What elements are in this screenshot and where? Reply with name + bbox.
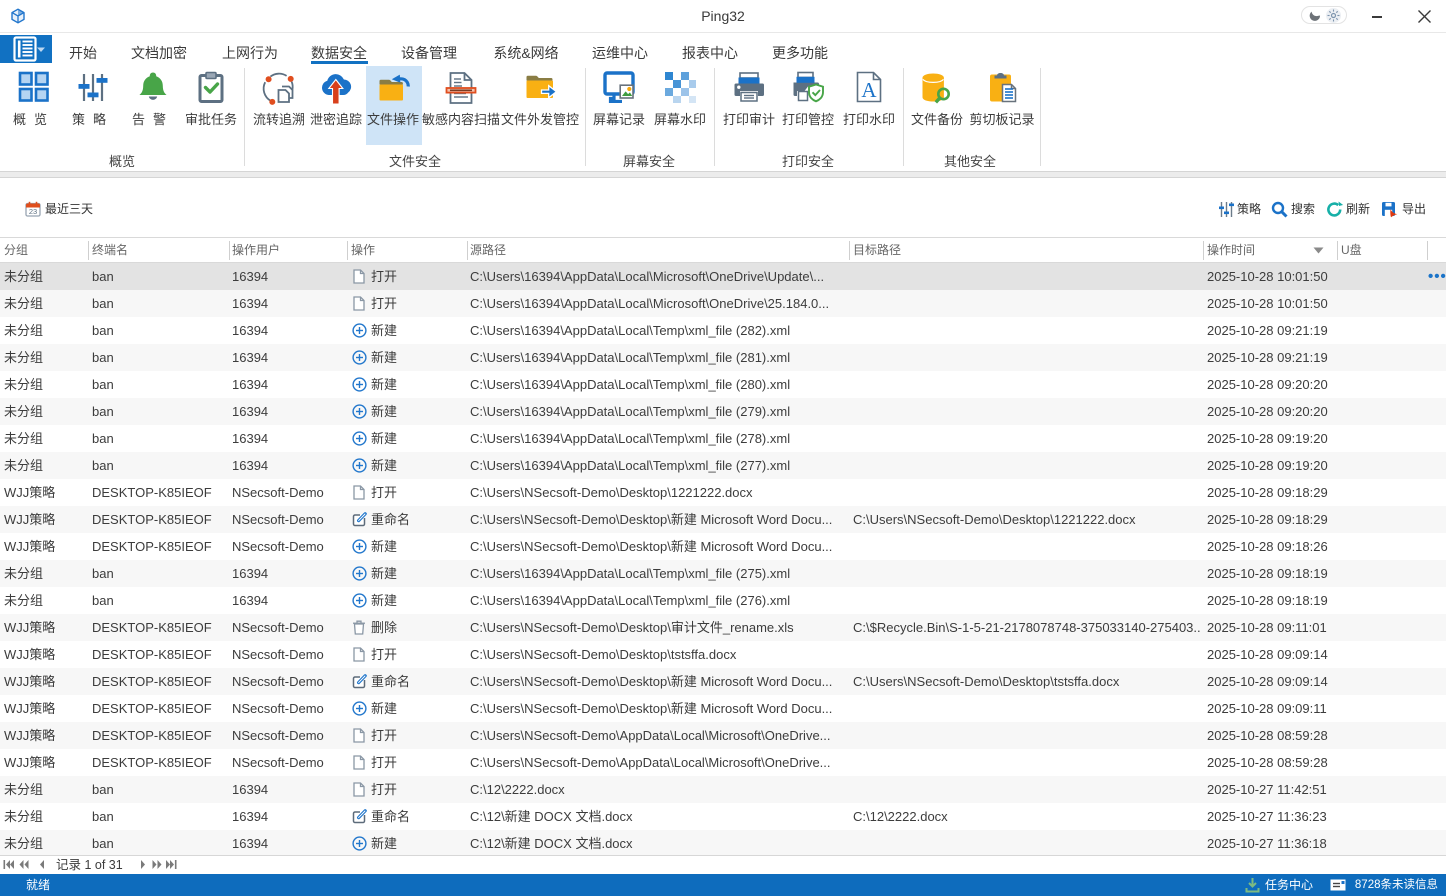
svg-text:A: A (861, 78, 877, 102)
svg-text:23: 23 (29, 207, 37, 216)
